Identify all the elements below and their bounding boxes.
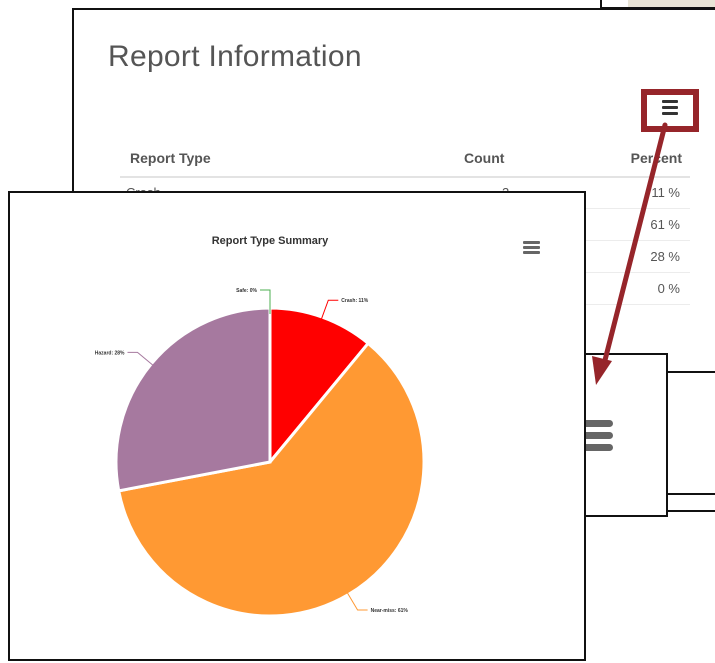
background-map-texture — [628, 0, 715, 7]
slice-label-crash: Crash: 11% — [341, 298, 369, 304]
column-header-count: Count — [464, 150, 505, 166]
pie-slice-hazard[interactable] — [114, 306, 272, 493]
column-header-percent: Percent — [630, 150, 682, 166]
slice-label-near-miss: Near-miss: 61% — [371, 608, 409, 614]
slice-label-safe: Safe: 0% — [236, 288, 257, 294]
row-percent: 11 % — [651, 185, 680, 200]
chart-panel: Report Type Summary Crash: 11% Near-miss:… — [8, 191, 586, 661]
slice-label-hazard: Hazard: 28% — [95, 350, 125, 356]
row-percent: 61 % — [650, 217, 680, 232]
column-header-report-type: Report Type — [130, 150, 211, 166]
zoom-background-panel — [668, 371, 715, 495]
menu-highlight-box — [641, 89, 699, 132]
row-percent: 28 % — [650, 249, 680, 264]
row-percent: 0 % — [657, 281, 680, 296]
table-header: Report Type Count Percent — [120, 140, 690, 178]
pie-chart: Crash: 11% Near-miss: 61% Hazard: 28% Safe:… — [95, 288, 426, 618]
page-title: Report Information — [108, 40, 362, 73]
